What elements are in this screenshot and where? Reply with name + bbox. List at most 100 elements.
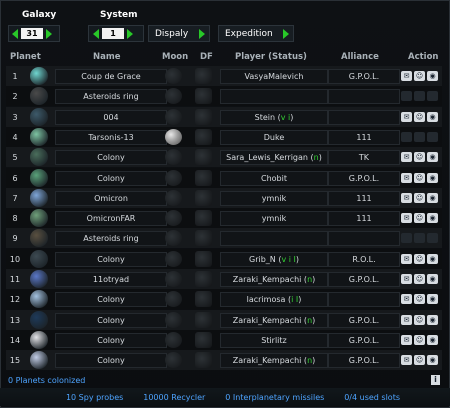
buddy-icon[interactable]: ☺ (414, 71, 425, 81)
planet-name[interactable]: OmicronFAR (55, 211, 167, 227)
planet-name[interactable]: Omicron (55, 190, 167, 206)
buddy-icon[interactable]: ☺ (414, 274, 425, 284)
message-icon[interactable]: ✉ (401, 334, 412, 345)
moon-icon[interactable] (165, 128, 182, 145)
buddy-icon[interactable]: ☺ (414, 355, 425, 366)
message-icon[interactable]: ✉ (401, 172, 412, 183)
spy-icon[interactable]: ◉ (427, 274, 438, 284)
planet-name[interactable]: Tarsonis-13 (55, 129, 167, 145)
planet-name[interactable]: Colony (55, 353, 167, 369)
player-cell[interactable]: lacrimosa (i I) (220, 292, 328, 308)
planet-name[interactable]: Colony (55, 292, 167, 308)
alliance-tag[interactable]: G.P.O.L. (328, 353, 400, 369)
moon-empty-slot (165, 169, 182, 186)
buddy-icon[interactable]: ☺ (414, 314, 425, 325)
message-icon[interactable]: ✉ (401, 314, 412, 325)
spy-icon[interactable]: ◉ (427, 152, 438, 163)
planet-image[interactable] (30, 168, 48, 187)
alliance-tag[interactable]: G.P.O.L. (328, 170, 400, 186)
planet-name[interactable]: Colony (55, 251, 167, 267)
player-cell[interactable]: Sara_Lewis_Kerrigan (n) (220, 150, 328, 166)
buddy-icon[interactable]: ☺ (414, 334, 425, 345)
buddy-icon[interactable]: ☺ (414, 111, 425, 122)
planet-name[interactable]: 11otryad (55, 272, 167, 287)
planet-name[interactable]: Colony (55, 150, 167, 166)
planet-image[interactable] (30, 107, 48, 126)
alliance-tag[interactable]: TK (328, 150, 400, 166)
spy-icon[interactable]: ◉ (427, 355, 438, 366)
spy-icon[interactable]: ◉ (427, 111, 438, 122)
player-cell[interactable]: Zaraki_Kempachi (n) (220, 353, 328, 369)
player-cell[interactable]: ymnik (220, 190, 328, 206)
message-icon[interactable]: ✉ (401, 253, 412, 264)
spy-icon[interactable]: ◉ (427, 314, 438, 325)
planet-name[interactable]: Coup de Grace (55, 69, 167, 84)
buddy-icon[interactable]: ☺ (414, 192, 425, 203)
planet-image[interactable] (30, 330, 48, 349)
message-icon[interactable]: ✉ (401, 71, 412, 81)
info-icon[interactable]: i (431, 375, 440, 385)
alliance-tag[interactable]: G.P.O.L. (328, 272, 400, 287)
spy-icon[interactable]: ◉ (427, 253, 438, 264)
player-cell[interactable]: Zaraki_Kempachi (n) (220, 312, 328, 328)
galaxy-input[interactable]: 31 (21, 28, 43, 39)
system-input[interactable]: 1 (102, 28, 124, 39)
planet-name[interactable]: Colony (55, 170, 167, 186)
planet-image[interactable] (30, 188, 48, 207)
buddy-icon[interactable]: ☺ (414, 213, 425, 224)
spy-icon[interactable]: ◉ (427, 71, 438, 81)
player-cell[interactable]: Chobit (220, 170, 328, 186)
alliance-tag[interactable]: G.P.O.L. (328, 312, 400, 328)
planet-image[interactable] (30, 67, 48, 85)
buddy-icon[interactable]: ☺ (414, 294, 425, 305)
planet-name[interactable]: Asteroids ring (55, 89, 167, 105)
alliance-tag[interactable]: G.P.O.L. (328, 332, 400, 348)
planet-image[interactable] (30, 249, 48, 268)
alliance-tag[interactable]: R.O.L. (328, 251, 400, 267)
galaxy-next-arrow-icon[interactable] (46, 28, 52, 39)
message-icon[interactable]: ✉ (401, 294, 412, 305)
player-cell[interactable]: Stirlitz (220, 332, 328, 348)
planet-name[interactable]: Colony (55, 312, 167, 328)
spy-icon[interactable]: ◉ (427, 172, 438, 183)
spy-icon[interactable]: ◉ (427, 334, 438, 345)
expedition-button[interactable]: Expedition (218, 25, 294, 42)
buddy-icon[interactable]: ☺ (414, 152, 425, 163)
player-cell[interactable]: Zaraki_Kempachi (n) (220, 272, 328, 287)
system-next-arrow-icon[interactable] (127, 28, 133, 39)
planet-position: 15 (9, 356, 21, 366)
row-actions: ✉ ☺ ◉ (401, 192, 438, 203)
planet-image[interactable] (30, 127, 48, 146)
planet-name[interactable]: 004 (55, 109, 167, 125)
player-cell[interactable]: ymnik (220, 211, 328, 227)
message-icon[interactable]: ✉ (401, 111, 412, 122)
player-cell[interactable]: Grib_N (v i I) (220, 251, 328, 267)
player-cell[interactable]: Duke (220, 129, 328, 145)
message-icon[interactable]: ✉ (401, 213, 412, 224)
display-button[interactable]: Dispaly (148, 25, 210, 42)
alliance-tag[interactable]: 111 (328, 190, 400, 206)
message-icon[interactable]: ✉ (401, 152, 412, 163)
player-cell[interactable]: VasyaMalevich (220, 69, 328, 84)
player-cell[interactable]: Stein (v i) (220, 109, 328, 125)
player-cell (220, 89, 328, 105)
planet-position: 6 (12, 173, 18, 183)
buddy-icon[interactable]: ☺ (414, 253, 425, 264)
planet-image[interactable] (30, 270, 48, 288)
planet-name[interactable]: Colony (55, 332, 167, 348)
message-icon[interactable]: ✉ (401, 274, 412, 284)
spy-icon[interactable]: ◉ (427, 213, 438, 224)
spy-icon[interactable]: ◉ (427, 192, 438, 203)
alliance-tag[interactable]: G.P.O.L. (328, 69, 400, 84)
galaxy-prev-arrow-icon[interactable] (12, 28, 18, 39)
system-prev-arrow-icon[interactable] (93, 28, 99, 39)
planet-image[interactable] (30, 310, 48, 329)
buddy-icon[interactable]: ☺ (414, 172, 425, 183)
spy-icon[interactable]: ◉ (427, 294, 438, 305)
planet-image[interactable] (30, 209, 48, 228)
message-icon[interactable]: ✉ (401, 192, 412, 203)
alliance-tag[interactable]: 111 (328, 129, 400, 145)
planet-name[interactable]: Asteroids ring (55, 231, 167, 247)
message-icon[interactable]: ✉ (401, 355, 412, 366)
alliance-tag[interactable]: 111 (328, 211, 400, 227)
